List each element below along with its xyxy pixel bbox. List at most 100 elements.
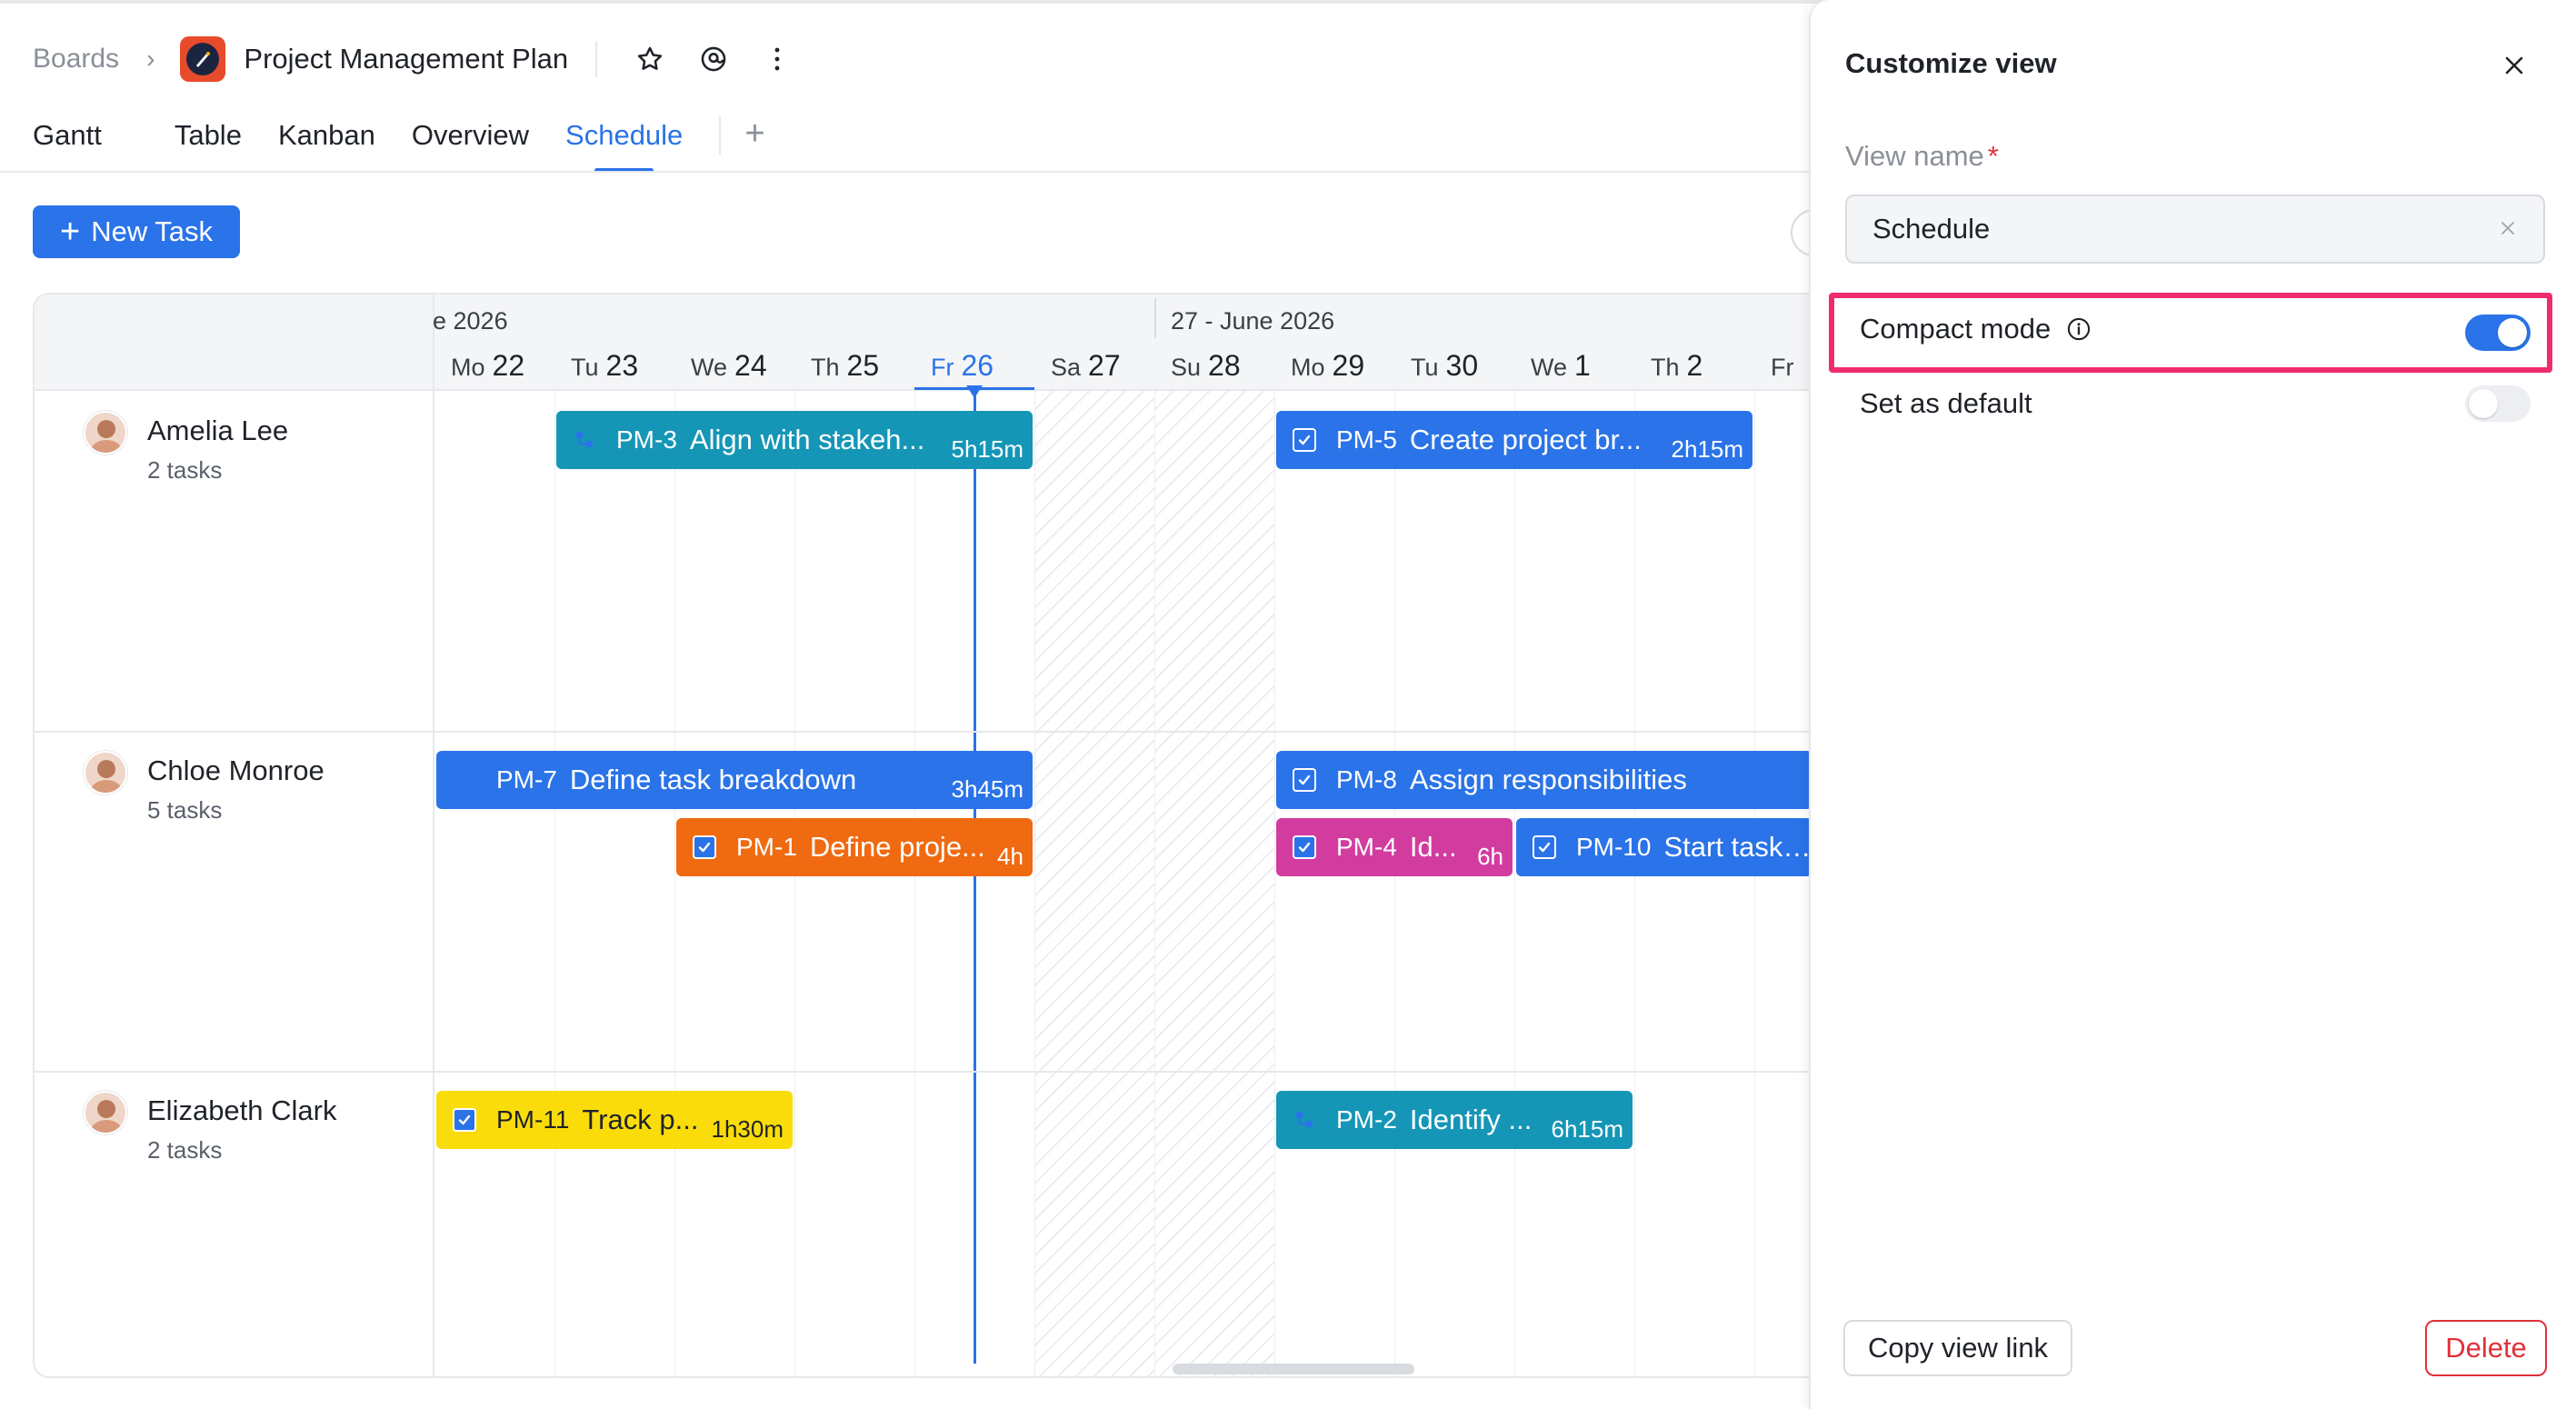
- day-gridline: [1514, 391, 1515, 1376]
- day-gridline: [674, 391, 675, 1376]
- new-task-button[interactable]: + New Task: [33, 205, 240, 258]
- day-header: We 1: [1531, 349, 1591, 383]
- day-header: Mo 22: [451, 349, 524, 383]
- view-name-label: View name *: [1845, 140, 1999, 173]
- tabs-border: [0, 171, 1812, 173]
- resource-name: Elizabeth Clark: [147, 1094, 337, 1126]
- day-header: Th 2: [1651, 349, 1702, 383]
- task-bar[interactable]: PM-4 Id... 6h: [1276, 818, 1513, 876]
- day-header: Tu 23: [571, 349, 638, 383]
- add-view-icon[interactable]: +: [744, 116, 764, 151]
- day-of-week: Mo: [451, 354, 485, 381]
- weekend-shade: [1154, 391, 1274, 1376]
- tab-overview[interactable]: Overview: [412, 116, 529, 173]
- day-of-week: We: [1531, 354, 1568, 381]
- subtask-icon: [453, 768, 476, 792]
- clear-input-icon[interactable]: [2494, 215, 2521, 242]
- view-name-label-text: View name: [1845, 140, 1984, 172]
- header-divider: [595, 41, 598, 77]
- day-gridline: [1754, 391, 1755, 1376]
- task-bar[interactable]: PM-2 Identify ... 6h15m: [1276, 1091, 1632, 1149]
- compact-mode-label: Compact mode: [1860, 313, 2052, 345]
- task-bar[interactable]: PM-8 Assign responsibilities: [1276, 751, 1812, 809]
- horizontal-scrollbar[interactable]: [1173, 1364, 1414, 1374]
- day-number: 26: [961, 349, 994, 382]
- day-gridline: [1394, 391, 1395, 1376]
- delete-button[interactable]: Delete: [2425, 1320, 2547, 1376]
- task-key: PM-7: [496, 765, 557, 794]
- avatar[interactable]: [84, 751, 127, 794]
- task-title: Align with stakeh...: [689, 424, 925, 455]
- resource-column-border: [433, 295, 434, 1376]
- star-icon[interactable]: [630, 39, 670, 79]
- view-tabs: Gantt Table Kanban Overview Schedule +: [33, 116, 765, 173]
- day-gridline: [554, 391, 555, 1376]
- set-default-toggle[interactable]: [2465, 385, 2531, 422]
- checkbox-icon: [1293, 768, 1316, 792]
- task-bar[interactable]: PM-7 Define task breakdown 3h45m: [436, 751, 1033, 809]
- task-key: PM-4: [1336, 833, 1397, 861]
- row-separator: [35, 731, 1849, 733]
- task-bar[interactable]: PM-5 Create project br... 2h15m: [1276, 411, 1752, 469]
- day-number: 27: [1088, 349, 1121, 382]
- task-bar[interactable]: PM-1 Define proje... 4h: [676, 818, 1033, 876]
- tabs-divider: [719, 116, 722, 155]
- breadcrumb-chevron-icon: ›: [146, 45, 155, 73]
- resource-task-count: 2 tasks: [147, 456, 223, 484]
- day-of-week: Tu: [571, 354, 599, 381]
- checkbox-icon: [453, 1108, 476, 1132]
- task-title: Create project br...: [1409, 424, 1642, 455]
- day-of-week: Fr: [931, 354, 954, 381]
- day-gridline: [1034, 391, 1035, 1376]
- task-key: PM-10: [1576, 833, 1652, 861]
- task-duration: 4h: [997, 842, 1023, 870]
- avatar[interactable]: [84, 1091, 127, 1134]
- day-number: 28: [1208, 349, 1241, 382]
- today-marker: [966, 385, 983, 398]
- day-number: 29: [1332, 349, 1365, 382]
- day-of-week: Fr: [1771, 354, 1794, 381]
- breadcrumb-boards-link[interactable]: Boards: [33, 44, 119, 75]
- view-name-input[interactable]: [1845, 195, 2545, 264]
- task-duration: 1h30m: [711, 1114, 784, 1143]
- day-of-week: Sa: [1051, 354, 1082, 381]
- month-label: e 2026: [433, 307, 508, 335]
- resource-task-count: 5 tasks: [147, 796, 223, 824]
- day-header: Su 28: [1171, 349, 1241, 383]
- tab-gantt[interactable]: Gantt: [33, 116, 102, 173]
- tab-kanban[interactable]: Kanban: [278, 116, 375, 173]
- task-bar[interactable]: PM-3 Align with stakeh... 5h15m: [556, 411, 1033, 469]
- task-duration: 3h45m: [951, 774, 1024, 803]
- task-key: PM-5: [1336, 425, 1397, 454]
- compact-mode-toggle[interactable]: [2465, 315, 2531, 351]
- checkbox-icon: [1533, 835, 1556, 859]
- task-bar[interactable]: PM-10 Start task ...: [1516, 818, 1812, 876]
- day-header: Sa 27: [1051, 349, 1121, 383]
- resource-name: Chloe Monroe: [147, 754, 324, 786]
- tab-schedule[interactable]: Schedule: [565, 116, 683, 173]
- task-duration: 6h: [1477, 842, 1503, 870]
- day-number: 23: [605, 349, 639, 382]
- day-header: Tu 30: [1411, 349, 1478, 383]
- day-gridline: [914, 391, 915, 1376]
- task-key: PM-11: [496, 1105, 570, 1134]
- task-title: Id...: [1409, 831, 1457, 863]
- day-of-week: Mo: [1291, 354, 1325, 381]
- task-bar[interactable]: PM-11 Track p... 1h30m: [436, 1091, 793, 1149]
- task-key: PM-2: [1336, 1105, 1397, 1134]
- close-icon[interactable]: [2496, 47, 2532, 84]
- day-of-week: Su: [1171, 354, 1202, 381]
- watch-icon[interactable]: [694, 39, 734, 79]
- task-title: Start task ...: [1663, 831, 1812, 863]
- set-default-label: Set as default: [1860, 387, 2032, 419]
- day-number: 24: [734, 349, 767, 382]
- day-gridline: [794, 391, 795, 1376]
- copy-view-link-button[interactable]: Copy view link: [1843, 1320, 2072, 1376]
- more-options-icon[interactable]: [757, 39, 797, 79]
- day-header: Fr 26: [931, 349, 993, 383]
- avatar[interactable]: [84, 411, 127, 455]
- tab-table[interactable]: Table: [175, 116, 242, 173]
- info-icon[interactable]: [2065, 315, 2092, 343]
- day-header: Fr: [1771, 349, 1801, 383]
- subtask-icon: [1293, 1108, 1316, 1132]
